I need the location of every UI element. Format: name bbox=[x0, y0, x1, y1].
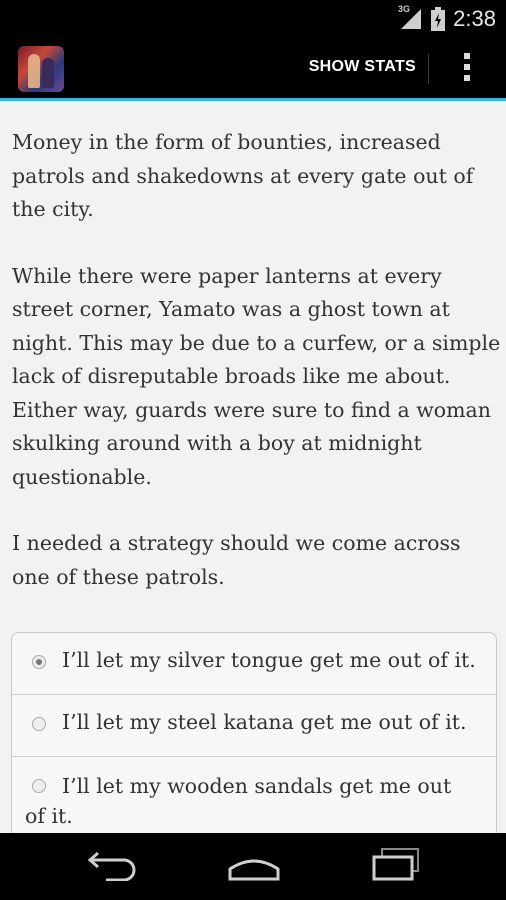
action-bar: SHOW STATS bbox=[0, 36, 506, 100]
choice-list: I’ll let my silver tongue get me out of … bbox=[11, 632, 497, 843]
clock: 2:38 bbox=[453, 6, 496, 31]
choice-label: I’ll let my steel katana get me out of i… bbox=[62, 710, 467, 734]
choice-label: I’ll let my silver tongue get me out of … bbox=[62, 648, 476, 672]
choice-option[interactable]: I’ll let my silver tongue get me out of … bbox=[12, 633, 496, 695]
choice-label: I’ll let my wooden sandals get me out of… bbox=[25, 774, 452, 828]
radio-selected-icon[interactable] bbox=[32, 655, 46, 669]
accent-line bbox=[0, 98, 506, 101]
signal-icon bbox=[400, 8, 422, 34]
app-icon[interactable] bbox=[18, 46, 64, 92]
story-paragraph: I needed a strategy should we come acros… bbox=[12, 531, 461, 589]
radio-icon[interactable] bbox=[32, 717, 46, 731]
home-icon[interactable] bbox=[226, 847, 282, 885]
choice-option[interactable]: I’ll let my wooden sandals get me out of… bbox=[12, 757, 496, 843]
app-icon-figure bbox=[28, 54, 40, 88]
story-text: Money in the form of bounties, increased… bbox=[12, 126, 502, 627]
navigation-bar bbox=[0, 833, 506, 900]
recent-apps-icon[interactable] bbox=[370, 847, 422, 885]
story-paragraph: Money in the form of bounties, increased… bbox=[12, 130, 474, 221]
status-bar: 3G 2:38 bbox=[0, 0, 506, 36]
battery-icon bbox=[431, 7, 445, 35]
app-icon-figure bbox=[42, 58, 54, 88]
action-divider bbox=[428, 54, 429, 84]
choice-option[interactable]: I’ll let my steel katana get me out of i… bbox=[12, 695, 496, 757]
story-paragraph: While there were paper lanterns at every… bbox=[12, 263, 501, 489]
overflow-menu-icon[interactable] bbox=[460, 53, 474, 87]
show-stats-button[interactable]: SHOW STATS bbox=[309, 58, 416, 76]
back-icon[interactable] bbox=[86, 847, 138, 885]
